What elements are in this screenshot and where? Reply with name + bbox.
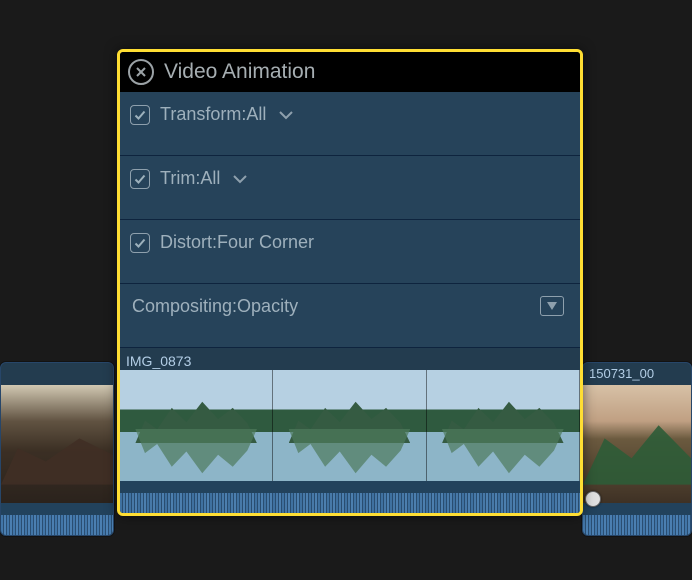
param-dropdown[interactable] xyxy=(278,109,294,121)
effect-enable-checkbox[interactable] xyxy=(130,105,150,125)
clip-audio-waveform xyxy=(1,503,113,535)
expand-button[interactable] xyxy=(540,296,564,316)
effect-row-label: Compositing:Opacity xyxy=(132,296,298,317)
effect-enable-checkbox[interactable] xyxy=(130,233,150,253)
effects-row-list: Transform:All Trim:All xyxy=(120,92,580,513)
clip-name-label xyxy=(1,363,113,366)
chevron-down-icon xyxy=(232,173,248,185)
clip-thumbnail-strip xyxy=(120,370,580,483)
effect-row-transform[interactable]: Transform:All xyxy=(120,92,580,156)
clip-audio-waveform xyxy=(583,503,691,535)
checkmark-icon xyxy=(134,237,146,249)
effect-row-distort[interactable]: Distort:Four Corner xyxy=(120,220,580,284)
timeline-clip-left[interactable] xyxy=(0,362,114,536)
effect-row-label: Transform:All xyxy=(160,104,266,125)
panel-title: Video Animation xyxy=(164,60,315,84)
effect-row-label: Distort:Four Corner xyxy=(160,232,314,253)
clip-filmstrip-row[interactable]: IMG_0873 xyxy=(120,348,580,513)
chevron-down-icon xyxy=(278,109,294,121)
param-dropdown[interactable] xyxy=(232,173,248,185)
video-animation-panel: Video Animation Transform:All Trim:All xyxy=(117,49,583,516)
clip-audio-waveform xyxy=(120,481,580,513)
checkmark-icon xyxy=(134,173,146,185)
clip-thumbnail xyxy=(583,385,691,505)
clip-name-label: IMG_0873 xyxy=(120,351,197,369)
panel-title-bar: Video Animation xyxy=(120,52,580,92)
effect-row-compositing[interactable]: Compositing:Opacity xyxy=(120,284,580,348)
clip-name-label: 150731_00 xyxy=(583,363,691,381)
playhead-handle-icon[interactable] xyxy=(585,491,601,507)
effect-row-label: Trim:All xyxy=(160,168,220,189)
clip-thumbnail xyxy=(1,385,113,505)
effect-row-trim[interactable]: Trim:All xyxy=(120,156,580,220)
close-x-icon xyxy=(135,66,147,78)
effect-enable-checkbox[interactable] xyxy=(130,169,150,189)
close-button[interactable] xyxy=(128,59,154,85)
timeline-clip-right[interactable]: 150731_00 xyxy=(582,362,692,536)
checkmark-icon xyxy=(134,109,146,121)
triangle-down-icon xyxy=(546,301,558,311)
